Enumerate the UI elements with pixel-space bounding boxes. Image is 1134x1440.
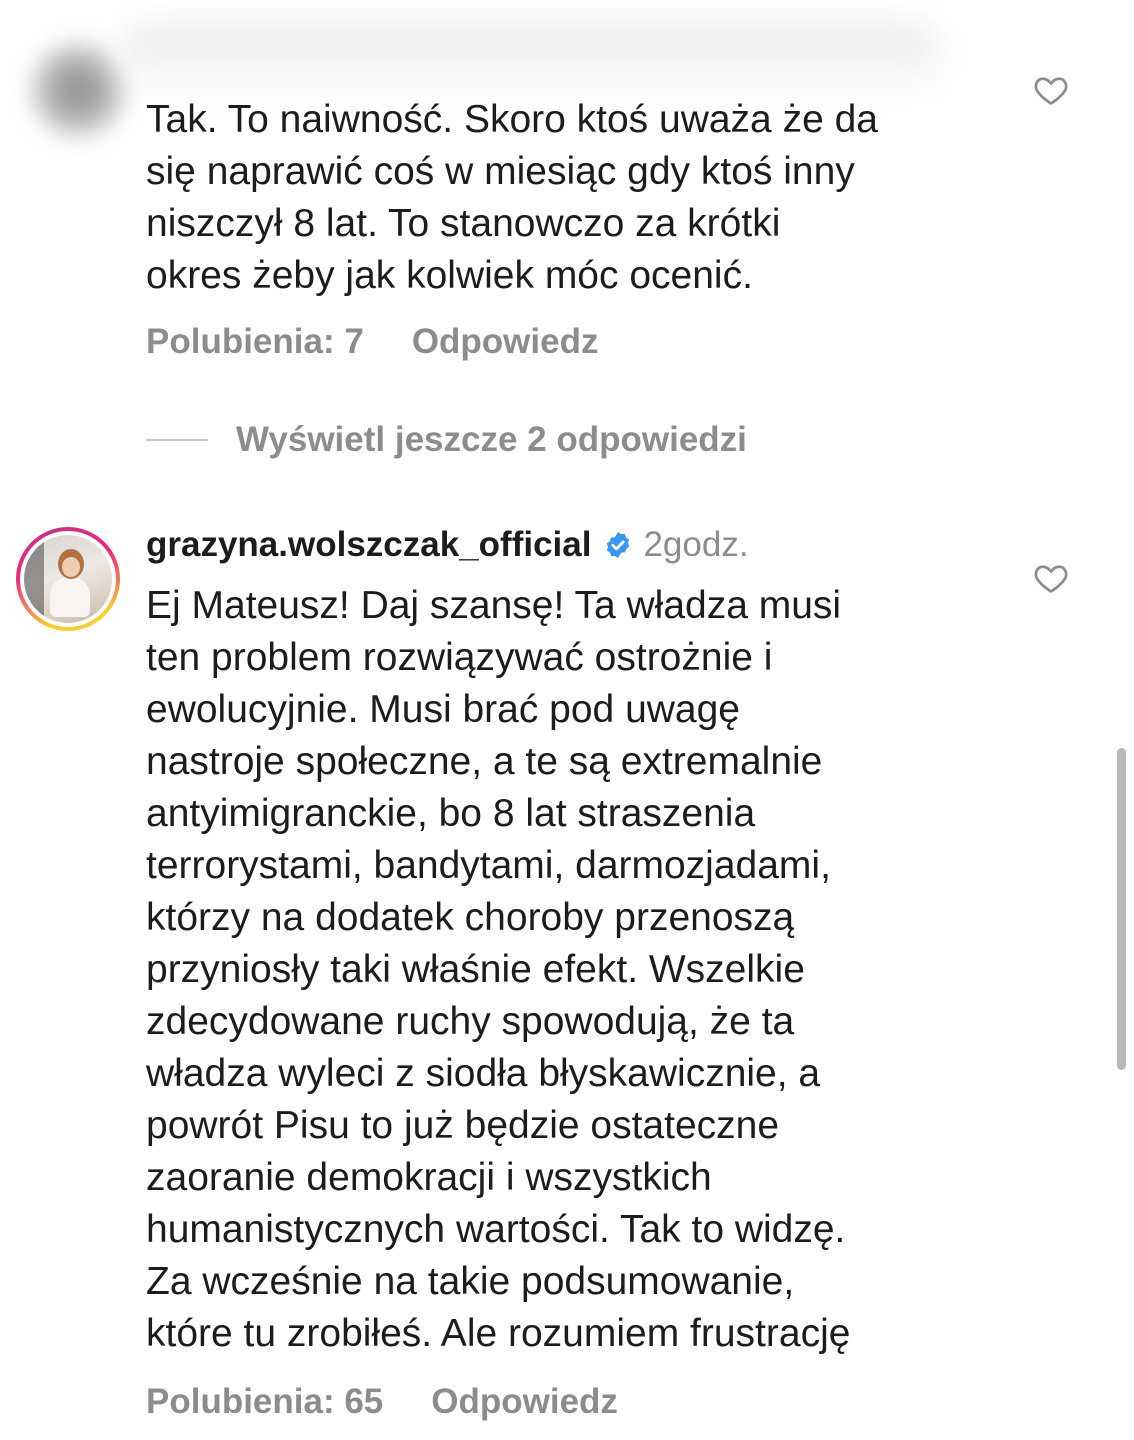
- heart-icon[interactable]: [1033, 560, 1069, 596]
- comment-2-meta: Polubienia: 65 Odpowiedz: [146, 1382, 618, 1422]
- avatar[interactable]: [16, 527, 120, 631]
- comment-1-meta: Polubienia: 7 Odpowiedz: [146, 322, 598, 362]
- comment-1-text: Tak. To naiwność. Skoro ktoś uważa że da…: [146, 98, 878, 297]
- timestamp: 2godz.: [643, 525, 749, 564]
- divider-line: [146, 439, 208, 441]
- likes-count[interactable]: Polubienia: 65: [146, 1382, 383, 1422]
- blurred-avatar: [28, 40, 128, 140]
- scrollbar[interactable]: [1117, 748, 1126, 1070]
- username[interactable]: grazyna.wolszczak_official: [146, 525, 591, 565]
- likes-count[interactable]: Polubienia: 7: [146, 322, 364, 362]
- blurred-username: [120, 22, 940, 92]
- comment-2-text: Ej Mateusz! Daj szansę! Ta władza musi t…: [146, 584, 851, 1355]
- view-replies-label[interactable]: Wyświetl jeszcze 2 odpowiedzi: [236, 420, 747, 460]
- reply-button[interactable]: Odpowiedz: [412, 322, 599, 362]
- comment-2-header: grazyna.wolszczak_official 2godz.: [146, 525, 749, 565]
- heart-icon[interactable]: [1033, 72, 1069, 108]
- view-replies-button[interactable]: Wyświetl jeszcze 2 odpowiedzi: [146, 420, 747, 460]
- reply-button[interactable]: Odpowiedz: [431, 1382, 618, 1422]
- verified-badge-icon: [607, 531, 630, 559]
- avatar-photo: [24, 535, 112, 623]
